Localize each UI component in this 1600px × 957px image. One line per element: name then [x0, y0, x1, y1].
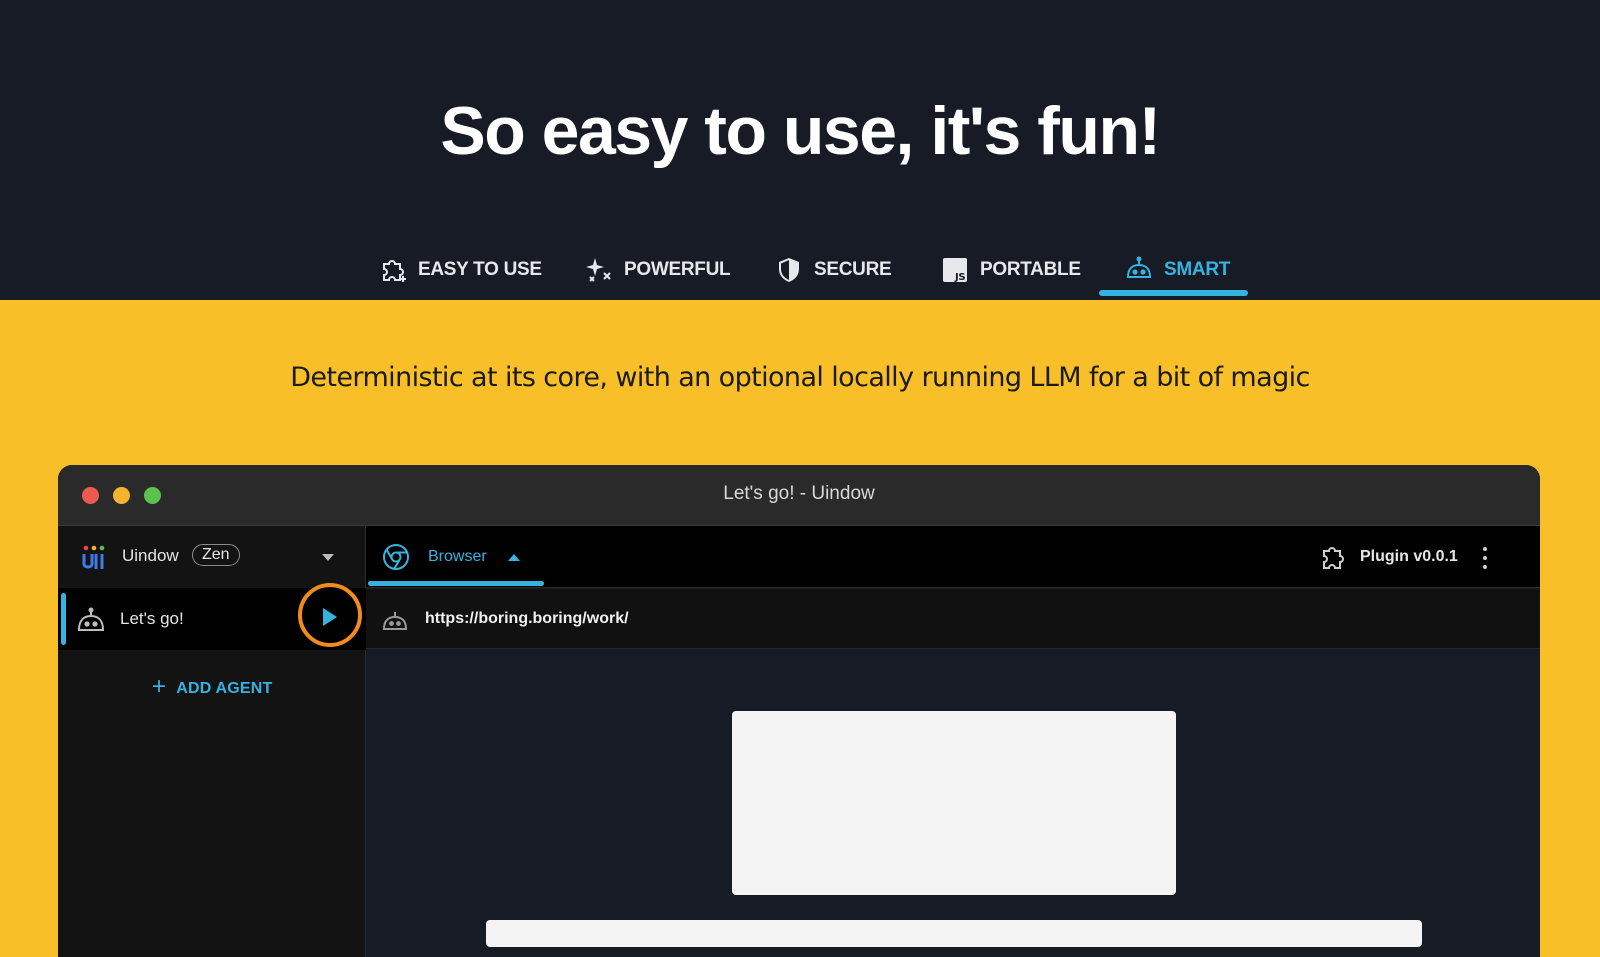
tagline: Deterministic at its core, with an optio… [290, 362, 1310, 393]
uindow-logo-icon [82, 545, 105, 569]
url-text[interactable]: https://boring.boring/work/ [425, 610, 629, 628]
window-titlebar: Let's go! - Uindow [58, 465, 1540, 526]
feature-tabs: EASY TO USE POWERFUL SECURE JS PORTABLE [0, 246, 1600, 300]
tab-label: PORTABLE [980, 259, 1081, 280]
tab-label: POWERFUL [624, 259, 731, 280]
play-icon[interactable] [323, 608, 337, 626]
plus-icon: + [152, 673, 167, 700]
more-options-icon[interactable] [1482, 547, 1488, 569]
plugin-version: Plugin v0.0.1 [1360, 548, 1458, 565]
tab-powerful[interactable]: POWERFUL [584, 246, 731, 294]
app-name: Uindow [122, 546, 179, 565]
chevron-down-icon[interactable] [322, 554, 334, 561]
hero-title: So easy to use, it's fun! [440, 93, 1161, 169]
tab-secure[interactable]: SECURE [774, 246, 892, 294]
active-tab-indicator [1099, 290, 1248, 296]
page-content-bar [486, 920, 1422, 947]
tab-browser[interactable]: Browser [428, 548, 487, 566]
mode-badge: Zen [192, 544, 240, 566]
tab-label: EASY TO USE [418, 259, 542, 280]
chrome-icon [383, 544, 409, 570]
page-content-card [732, 711, 1176, 895]
js-icon: JS [943, 258, 967, 283]
tab-easy-to-use[interactable]: EASY TO USE [378, 246, 542, 294]
app-switcher[interactable]: Uindow Zen [58, 526, 366, 588]
tab-label: SECURE [814, 259, 892, 280]
hero-section: So easy to use, it's fun! EASY TO USE PO… [0, 0, 1600, 300]
puzzle-icon [383, 260, 406, 282]
shield-icon [779, 258, 799, 282]
main-toolbar: Browser Plugin v0.0.1 [366, 526, 1540, 588]
window-title: Let's go! - Uindow [723, 483, 875, 504]
add-agent-button[interactable]: + ADD AGENT [152, 673, 273, 701]
tab-portable[interactable]: JS PORTABLE [940, 246, 1081, 294]
svg-text:JS: JS [954, 272, 965, 283]
url-bar: https://boring.boring/work/ [366, 589, 1540, 649]
selected-indicator [61, 593, 66, 645]
robot-icon [1126, 256, 1152, 278]
agent-name: Let's go! [120, 609, 184, 628]
agent-list-item[interactable]: Let's go! [58, 583, 366, 650]
add-agent-label: ADD AGENT [176, 679, 273, 697]
tab-smart[interactable]: SMART [1124, 246, 1230, 294]
sparkles-icon [586, 258, 611, 282]
active-tab-indicator [368, 581, 544, 586]
robot-icon [77, 607, 105, 631]
sidebar: Uindow Zen Let's go! + ADD AGENT [58, 526, 366, 957]
robot-icon [382, 612, 408, 630]
puzzle-icon [1323, 547, 1344, 569]
chevron-up-icon[interactable] [508, 554, 520, 561]
tab-label: SMART [1164, 259, 1231, 280]
